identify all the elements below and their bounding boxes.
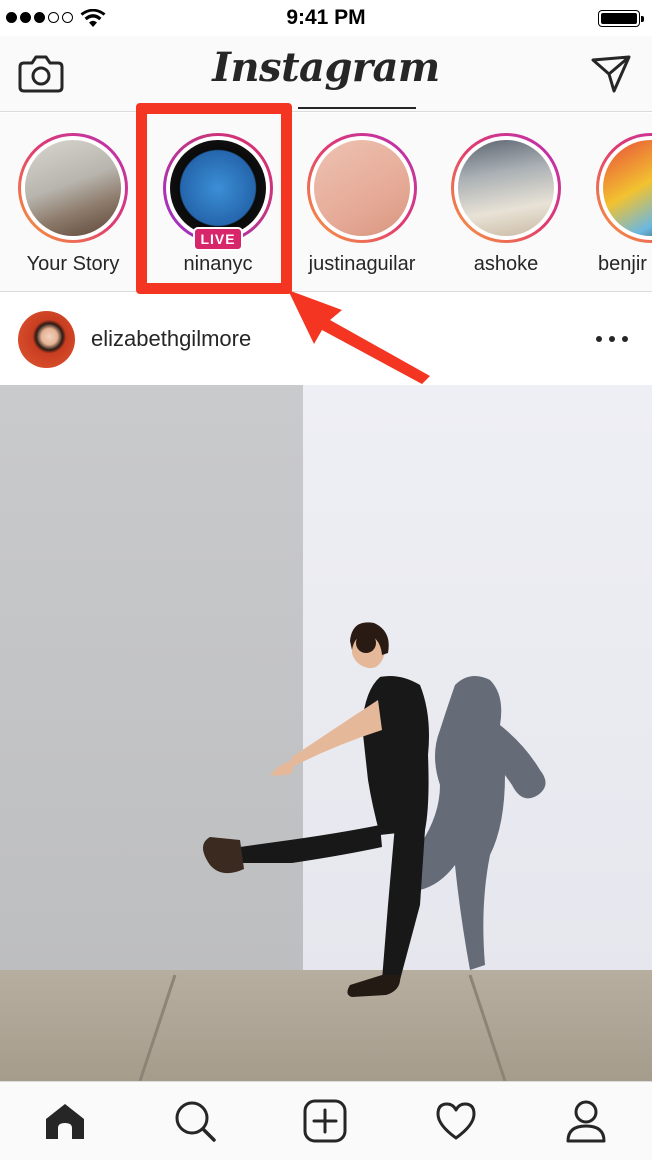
- add-post-icon: [303, 1099, 347, 1143]
- search-icon: [175, 1101, 216, 1142]
- story-label: ashoke: [473, 253, 539, 275]
- story-justinaguilar[interactable]: justinaguilar: [297, 133, 427, 288]
- instagram-logo: Instagram: [212, 44, 440, 91]
- activity-heart-icon: [436, 1102, 476, 1140]
- story-avatar: [25, 140, 121, 236]
- annotation-arrow: [288, 290, 430, 384]
- post-username[interactable]: elizabethgilmore: [91, 326, 251, 352]
- direct-message-icon: [591, 55, 631, 93]
- profile-icon: [566, 1100, 606, 1143]
- story-benjir[interactable]: benjir: [586, 133, 652, 288]
- bottom-tab-bar: [0, 1081, 652, 1160]
- story-avatar: [603, 140, 652, 236]
- story-label: benjir: [598, 253, 647, 275]
- status-time: 9:41 PM: [286, 6, 366, 29]
- stories-tray: Your Story LIVE ninanyc justinaguilar as…: [0, 113, 652, 292]
- home-icon: [46, 1104, 84, 1139]
- tab-home[interactable]: [42, 1098, 88, 1144]
- tab-profile[interactable]: [563, 1098, 609, 1144]
- story-avatar: [458, 140, 554, 236]
- more-options-icon: [596, 336, 602, 342]
- tab-activity[interactable]: [433, 1098, 479, 1144]
- post-author-avatar[interactable]: [18, 311, 75, 368]
- story-label: Your Story: [26, 253, 120, 275]
- story-ashoke[interactable]: ashoke: [441, 133, 571, 288]
- story-label: justinaguilar: [308, 253, 416, 275]
- direct-message-button[interactable]: [590, 54, 632, 94]
- highlight-box: [136, 103, 292, 294]
- status-bar: 9:41 PM: [0, 0, 652, 36]
- story-avatar: [314, 140, 410, 236]
- more-options-button[interactable]: [596, 329, 628, 349]
- post-photo[interactable]: [0, 385, 652, 1081]
- tab-search[interactable]: [172, 1098, 218, 1144]
- post-image: [0, 385, 652, 1081]
- story-your-story[interactable]: Your Story: [8, 133, 138, 288]
- logo-underline: [298, 107, 416, 109]
- tab-new-post[interactable]: [302, 1098, 348, 1144]
- app-header: Instagram: [0, 36, 652, 112]
- battery-icon: [598, 10, 644, 27]
